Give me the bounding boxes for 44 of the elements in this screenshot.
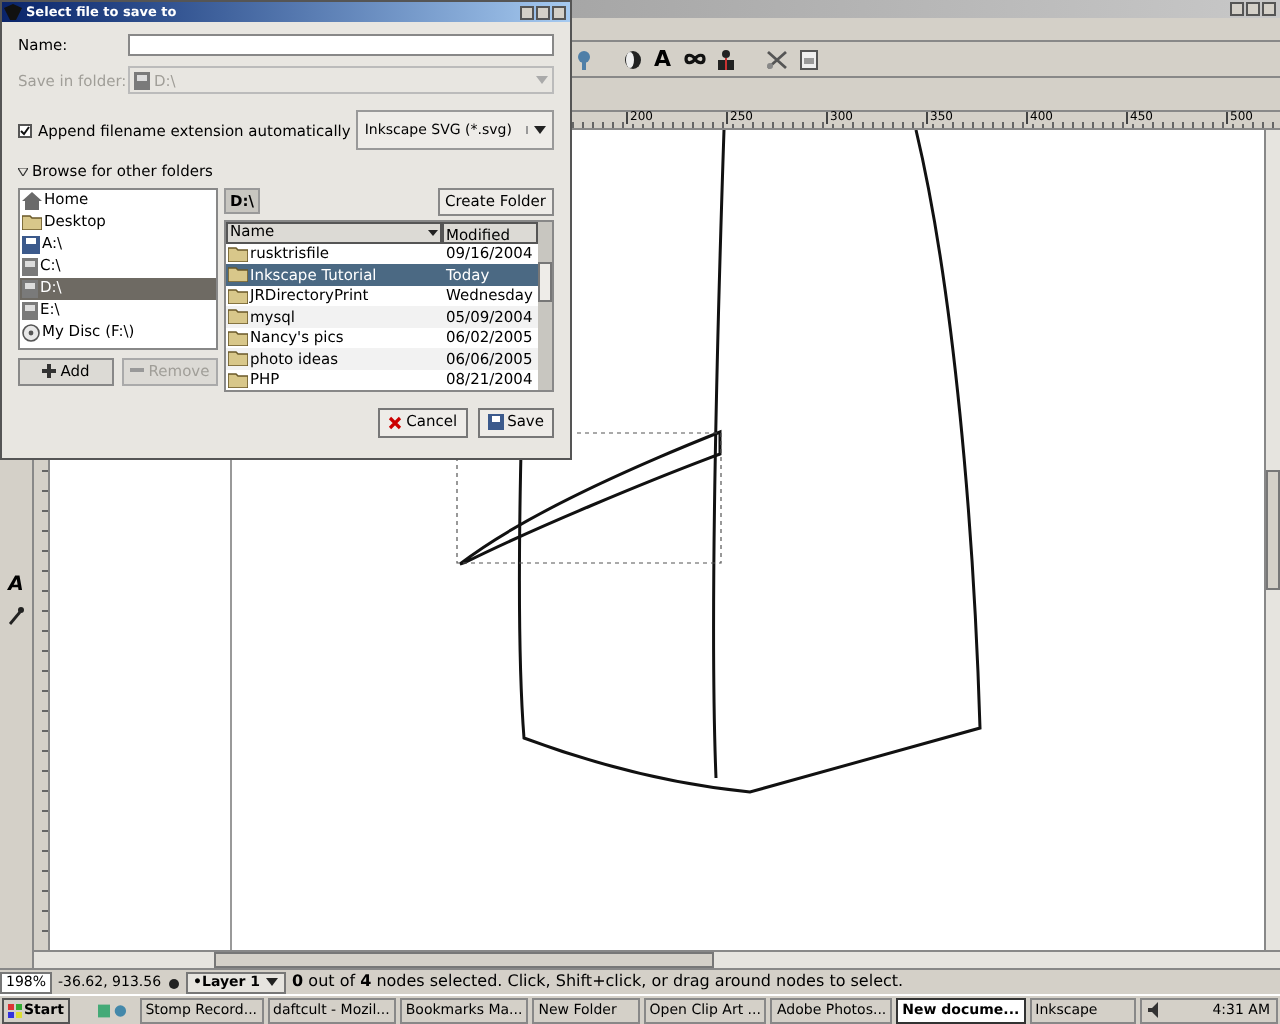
status-message: 0 out of 4 nodes selected. Click, Shift+click, or drag around nodes to select. [292, 970, 904, 994]
blob-icon[interactable] [576, 49, 592, 69]
circle-icon[interactable] [624, 49, 642, 69]
scrollbar-thumb[interactable] [1266, 470, 1280, 590]
scrollbar-thumb[interactable] [538, 261, 552, 301]
folder-icon [22, 214, 42, 230]
expander-triangle-icon [18, 167, 28, 176]
text-tool-glyph[interactable]: A [8, 576, 24, 596]
checkmark-icon [20, 125, 30, 136]
close-icon [388, 415, 403, 429]
scissors-icon[interactable] [765, 49, 788, 69]
horizontal-scrollbar[interactable] [34, 950, 1280, 968]
vertical-scrollbar[interactable] [1264, 130, 1280, 950]
minimize-button[interactable] [520, 5, 534, 19]
caret-icon [266, 978, 279, 986]
plus-icon [42, 364, 57, 378]
minimize-button[interactable] [1230, 2, 1244, 16]
drive-icon [134, 71, 150, 90]
text-tool-glyph[interactable]: A [654, 48, 672, 70]
caret-icon [534, 126, 546, 135]
file-list-scrollbar[interactable] [538, 221, 552, 389]
windows-logo-icon [8, 1003, 22, 1017]
browser-icon[interactable] [114, 1001, 128, 1019]
close-button[interactable] [552, 5, 566, 19]
name-field[interactable] [128, 34, 554, 57]
app-icon [4, 4, 22, 20]
drive-icon [22, 257, 38, 275]
layer-lock-icon[interactable] [167, 975, 180, 989]
append-extension-checkbox[interactable] [18, 123, 32, 138]
infinity-icon[interactable] [683, 52, 706, 66]
maximize-button[interactable] [536, 5, 550, 19]
drive-icon [22, 279, 38, 297]
person-icon[interactable] [717, 49, 734, 69]
minus-icon [130, 368, 145, 374]
disc-icon [22, 323, 40, 341]
maximize-button[interactable] [1246, 2, 1260, 16]
close-button[interactable] [1262, 2, 1276, 16]
dropper-icon[interactable] [8, 606, 24, 626]
scrollbar-thumb[interactable] [214, 952, 714, 968]
sort-caret-icon [428, 229, 438, 235]
document-icon[interactable] [799, 49, 818, 69]
caret-icon [536, 76, 548, 85]
drive-icon [22, 301, 38, 319]
house-icon [22, 191, 42, 209]
